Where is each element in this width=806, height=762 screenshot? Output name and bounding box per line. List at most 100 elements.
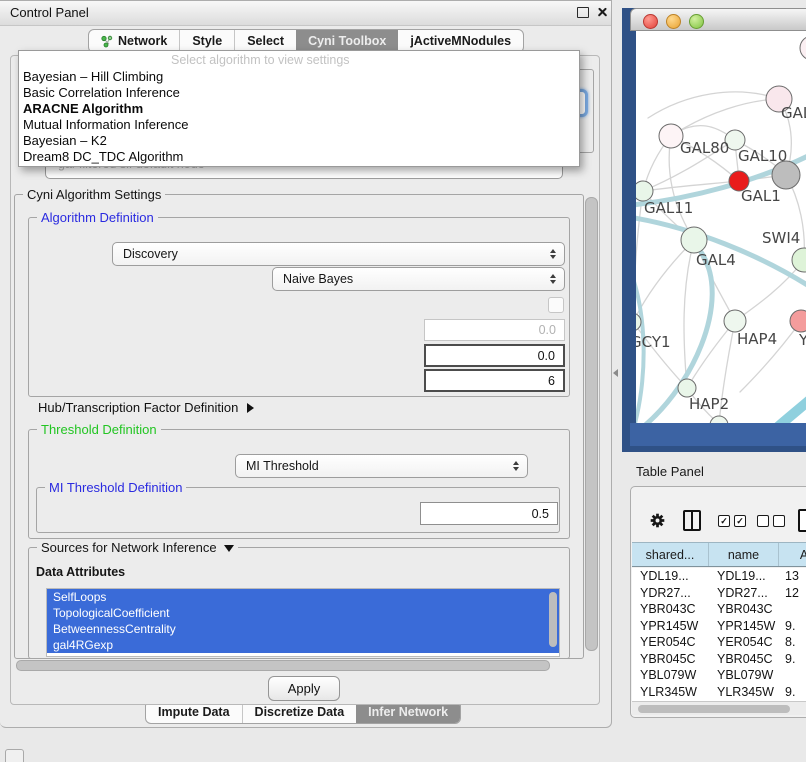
network-window-titlebar[interactable]: [630, 8, 806, 31]
which-threshold-value: MI Threshold: [246, 459, 319, 473]
hub-tf-definition-toggle[interactable]: Hub/Transcription Factor Definition: [38, 400, 254, 415]
network-node-swi4[interactable]: [792, 248, 806, 272]
tab-select[interactable]: Select: [234, 30, 296, 52]
control-panel: Control Panel NetworkStyleSelectCyni Too…: [0, 0, 612, 728]
manual-kernel-width-checkbox[interactable]: [548, 297, 564, 313]
select-all-checkboxes-icon[interactable]: ✓ ✓: [718, 515, 746, 527]
network-node-hap4[interactable]: [724, 310, 746, 332]
which-threshold-combobox[interactable]: MI Threshold: [235, 454, 528, 478]
network-node-unlabeled[interactable]: [800, 36, 806, 60]
hub-tf-definition-label: Hub/Transcription Factor Definition: [38, 400, 238, 415]
table-cell: 13: [779, 568, 806, 585]
table-cell: YBR045C: [632, 651, 709, 668]
gear-icon[interactable]: [649, 512, 666, 534]
tab-cyni-toolbox[interactable]: Cyni Toolbox: [296, 30, 398, 52]
mi-steps-field[interactable]: 6: [424, 369, 565, 392]
table-cell: YBR045C: [709, 651, 779, 668]
dpi-tolerance-field[interactable]: 0.0: [424, 344, 565, 367]
tab-network[interactable]: Network: [89, 30, 179, 52]
table-row[interactable]: YLR345WYLR345W9.: [632, 684, 806, 701]
table-column-header-a[interactable]: A: [779, 543, 806, 566]
data-attribute-item-selfloops[interactable]: SelfLoops: [47, 589, 559, 605]
data-attribute-item-betweennesscentrality[interactable]: BetweennessCentrality: [47, 621, 559, 637]
network-node-label: GAL: [781, 104, 806, 122]
network-node-gal11[interactable]: [636, 181, 653, 201]
tab-label: Discretize Data: [255, 705, 345, 719]
attribute-list-scrollbar[interactable]: [549, 592, 557, 647]
table-column-header-shared[interactable]: shared...: [632, 543, 709, 566]
algorithm-menu-item-basic-correlation-inference[interactable]: Basic Correlation Inference: [19, 85, 579, 101]
network-node-label: GAL11: [644, 199, 693, 217]
network-node-label: HAP2: [689, 395, 729, 413]
data-attribute-item-topologicalcoefficient[interactable]: TopologicalCoefficient: [47, 605, 559, 621]
minimize-window-icon[interactable]: [666, 14, 681, 29]
table-row[interactable]: YER054CYER054C8.: [632, 634, 806, 651]
combo-arrows-icon: [550, 249, 556, 259]
table-row[interactable]: YPR145WYPR145W9.: [632, 618, 806, 635]
mi-threshold-definition-legend: MI Threshold Definition: [45, 480, 186, 495]
bottom-left-widget-icon[interactable]: [5, 749, 24, 762]
table-row[interactable]: YDR27...YDR27...12: [632, 585, 806, 602]
algorithm-menu-item-aracne-algorithm[interactable]: ARACNE Algorithm: [19, 101, 579, 117]
table-cell: [779, 601, 806, 618]
close-panel-icon[interactable]: [597, 6, 608, 17]
aracne-mode-combobox[interactable]: Discovery: [112, 242, 565, 266]
table-cell: YBR043C: [632, 601, 709, 618]
tab-jactivemnodules[interactable]: jActiveMNodules: [398, 30, 523, 52]
mi-algorithm-type-combobox[interactable]: Naive Bayes: [272, 267, 565, 291]
network-edge: [735, 260, 804, 321]
data-attributes-list: SelfLoopsTopologicalCoefficientBetweenne…: [46, 588, 560, 657]
zoom-window-icon[interactable]: [689, 14, 704, 29]
table-row[interactable]: YBR045CYBR045C9.: [632, 651, 806, 668]
settings-vertical-scrollbar-thumb[interactable]: [585, 197, 598, 651]
data-attribute-item-gal4rgexp[interactable]: gal4RGexp: [47, 637, 559, 653]
table-horizontal-scrollbar-thumb[interactable]: [638, 705, 790, 713]
panel-splitter-arrow[interactable]: [613, 369, 618, 377]
table-row[interactable]: YBL079WYBL079W: [632, 667, 806, 684]
settings-horizontal-scrollbar-thumb[interactable]: [16, 660, 550, 671]
apply-button[interactable]: Apply: [268, 676, 340, 701]
table-cell: YER054C: [632, 634, 709, 651]
mi-algorithm-type-value: Naive Bayes: [283, 272, 353, 286]
kernel-width-field[interactable]: 0.0: [424, 319, 565, 341]
network-node-unlabeled[interactable]: [710, 416, 728, 423]
algorithm-menu-item-dream8-dc-tdc-algorithm[interactable]: Dream8 DC_TDC Algorithm: [19, 149, 579, 165]
network-node-gal4[interactable]: [681, 227, 707, 253]
tab-label: jActiveMNodules: [410, 34, 511, 48]
network-node-unlabeled[interactable]: [772, 161, 800, 189]
table-row[interactable]: YDL19...YDL19...13: [632, 568, 806, 585]
table-cell: YBR043C: [709, 601, 779, 618]
table-panel: ✓ ✓ shared...nameA YDL19...YDL19...13YDR…: [630, 486, 806, 718]
network-node-label: GAL4: [696, 251, 736, 269]
document-icon[interactable]: [798, 509, 806, 532]
table-cell: YDR27...: [632, 585, 709, 602]
network-tab-icon: [101, 35, 113, 48]
algorithm-menu-item-mutual-information-inference[interactable]: Mutual Information Inference: [19, 117, 579, 133]
algorithm-menu-item-bayesian-k2[interactable]: Bayesian – K2: [19, 133, 579, 149]
application-window: Control Panel NetworkStyleSelectCyni Too…: [0, 0, 806, 762]
algorithm-menu-item-bayesian-hill-climbing[interactable]: Bayesian – Hill Climbing: [19, 69, 579, 85]
data-attributes-label: Data Attributes: [36, 565, 125, 579]
tab-style[interactable]: Style: [179, 30, 234, 52]
deselect-all-checkboxes-icon[interactable]: [757, 515, 785, 527]
table-horizontal-scrollbar[interactable]: [632, 701, 806, 715]
table-header-row: shared...nameA: [632, 542, 806, 567]
table-row[interactable]: YBR043CYBR043C: [632, 601, 806, 618]
float-panel-icon[interactable]: [577, 7, 589, 18]
unchecked-box-icon: [773, 515, 785, 527]
network-node-y[interactable]: [790, 310, 806, 332]
table-column-header-name[interactable]: name: [709, 543, 779, 566]
aracne-mode-value: Discovery: [123, 247, 178, 261]
column-visibility-icon[interactable]: [683, 510, 701, 531]
close-window-icon[interactable]: [643, 14, 658, 29]
tab-label: Network: [118, 34, 167, 48]
table-cell: YPR145W: [632, 618, 709, 635]
algorithm-dropdown-placeholder: Select algorithm to view settings: [171, 53, 350, 67]
table-cell: YDR27...: [709, 585, 779, 602]
mi-threshold-field[interactable]: 0.5: [420, 502, 558, 525]
settings-vertical-scrollbar[interactable]: [583, 195, 598, 657]
unchecked-box-icon: [757, 515, 769, 527]
tab-label: Impute Data: [158, 705, 230, 719]
network-view-canvas[interactable]: GALGAL80GAL10GAL1GAL11GAL4SWI4GCY1HAP4YH…: [636, 31, 806, 423]
algorithm-definition-legend: Algorithm Definition: [37, 210, 158, 225]
